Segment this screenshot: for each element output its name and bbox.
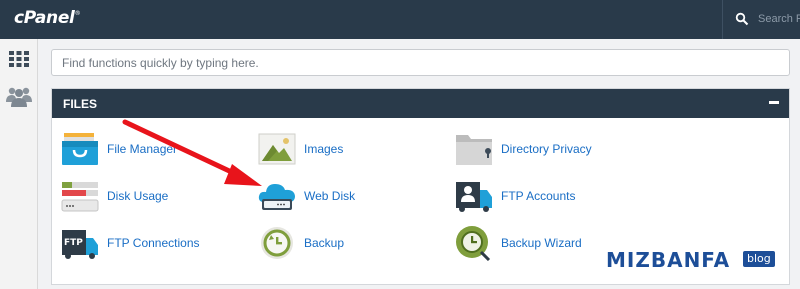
item-label: Backup xyxy=(304,236,345,250)
item-label: Backup Wizard xyxy=(501,236,582,250)
cpanel-logo[interactable]: cPanel® xyxy=(14,8,81,28)
images-link[interactable]: Images xyxy=(258,131,438,167)
item-label: FTP Connections xyxy=(107,236,200,250)
item-label: Disk Usage xyxy=(107,189,169,203)
ftp-accounts-link[interactable]: FTP Accounts xyxy=(455,178,635,214)
item-label: File Manager xyxy=(107,142,178,156)
ftp-connections-icon: FTP xyxy=(62,230,98,259)
web-disk-icon xyxy=(258,184,295,210)
file-manager-icon xyxy=(62,133,98,165)
top-bar: cPanel® Search Fe xyxy=(0,0,800,39)
backup-icon xyxy=(261,227,293,259)
item-label: FTP Accounts xyxy=(501,189,576,203)
backup-link[interactable]: Backup xyxy=(258,225,438,261)
search-icon xyxy=(735,12,749,26)
watermark-text: MIZBANFA xyxy=(606,248,731,272)
section-title: FILES xyxy=(63,97,98,111)
header-search[interactable]: Search Fe xyxy=(722,0,800,39)
backup-wizard-icon xyxy=(456,226,491,261)
directory-privacy-icon xyxy=(456,135,492,165)
ftp-accounts-icon xyxy=(456,182,492,212)
users-icon[interactable] xyxy=(6,84,32,108)
collapse-icon[interactable] xyxy=(769,98,779,108)
disk-usage-icon xyxy=(61,182,99,212)
ftp-connections-link[interactable]: FTP FTP Connections xyxy=(61,225,241,261)
header-search-placeholder: Search Fe xyxy=(758,13,800,25)
item-label: Images xyxy=(304,142,344,156)
watermark-blog-tag: blog xyxy=(743,251,775,267)
grid-icon[interactable] xyxy=(9,51,29,67)
files-panel-header[interactable]: FILES xyxy=(52,89,789,118)
web-disk-link[interactable]: Web Disk xyxy=(258,178,438,214)
disk-usage-link[interactable]: Disk Usage xyxy=(61,178,241,214)
item-label: Directory Privacy xyxy=(501,142,592,156)
item-label: Web Disk xyxy=(304,189,356,203)
file-manager-link[interactable]: File Manager xyxy=(61,131,241,167)
left-sidebar xyxy=(0,39,38,289)
directory-privacy-link[interactable]: Directory Privacy xyxy=(455,131,635,167)
svg-text:FTP: FTP xyxy=(64,238,83,248)
images-icon xyxy=(258,133,296,165)
quick-search-input[interactable] xyxy=(51,49,790,76)
